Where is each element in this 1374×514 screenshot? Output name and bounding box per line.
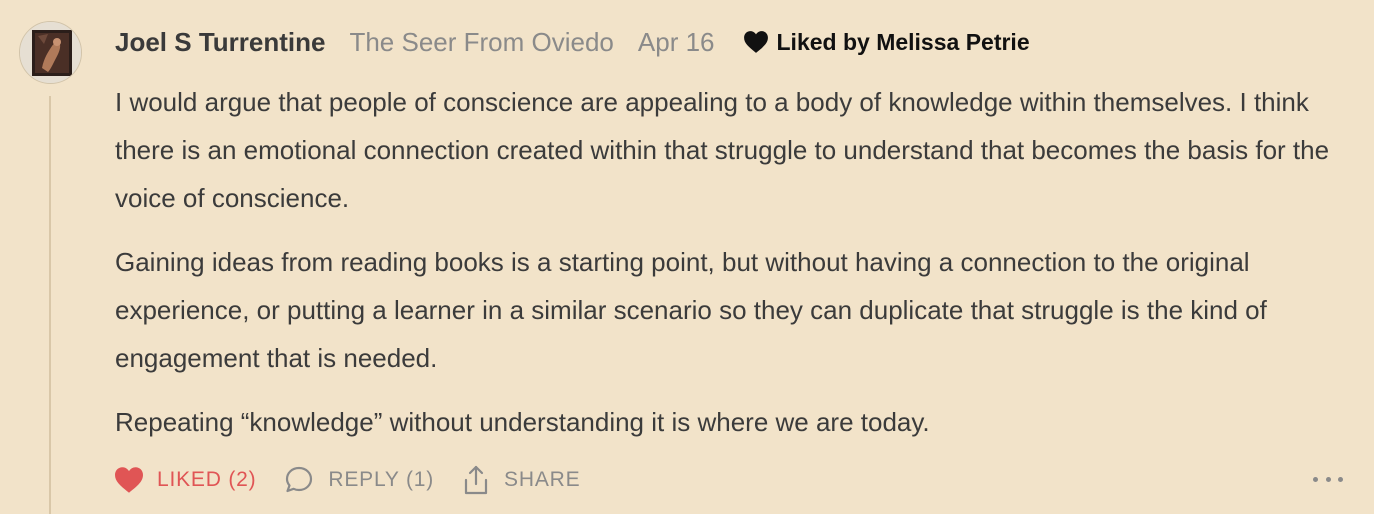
liked-by-text: Liked by Melissa Petrie bbox=[776, 28, 1030, 55]
heart-icon bbox=[743, 31, 768, 53]
heart-filled-icon bbox=[115, 467, 143, 493]
share-button[interactable]: SHARE bbox=[462, 464, 580, 496]
more-dot bbox=[1338, 476, 1343, 482]
comment-actions: LIKED (2) REPLY (1) SHARE bbox=[113, 460, 580, 500]
comment: Joel S Turrentine The Seer From Oviedo A… bbox=[0, 0, 1374, 514]
more-dot bbox=[1325, 476, 1331, 482]
speech-bubble-icon bbox=[286, 466, 313, 493]
reply-label: REPLY (1) bbox=[328, 468, 435, 491]
comment-date[interactable]: Apr 16 bbox=[638, 27, 715, 58]
comment-paragraph: Gaining ideas from reading books is a st… bbox=[115, 247, 1267, 373]
comment-paragraph: Repeating “knowledge” without understand… bbox=[115, 407, 930, 437]
share-label: SHARE bbox=[504, 468, 581, 491]
author-subtitle[interactable]: The Seer From Oviedo bbox=[349, 27, 613, 58]
reply-button[interactable]: REPLY (1) bbox=[284, 465, 434, 495]
comment-body: I would argue that people of conscience … bbox=[115, 78, 1345, 462]
like-button[interactable]: LIKED (2) bbox=[113, 466, 256, 494]
share-icon bbox=[464, 465, 488, 495]
more-dots-icon[interactable] bbox=[1313, 468, 1343, 490]
comment-header: Joel S Turrentine The Seer From Oviedo A… bbox=[115, 24, 1030, 60]
liked-by: Liked by Melissa Petrie bbox=[743, 29, 1030, 56]
avatar-image bbox=[20, 22, 81, 83]
thread-line bbox=[49, 96, 51, 514]
author-name[interactable]: Joel S Turrentine bbox=[115, 27, 325, 58]
like-label: LIKED (2) bbox=[157, 468, 257, 491]
avatar[interactable] bbox=[19, 21, 82, 84]
comment-paragraph: I would argue that people of conscience … bbox=[115, 87, 1330, 213]
more-dot bbox=[1313, 476, 1318, 482]
